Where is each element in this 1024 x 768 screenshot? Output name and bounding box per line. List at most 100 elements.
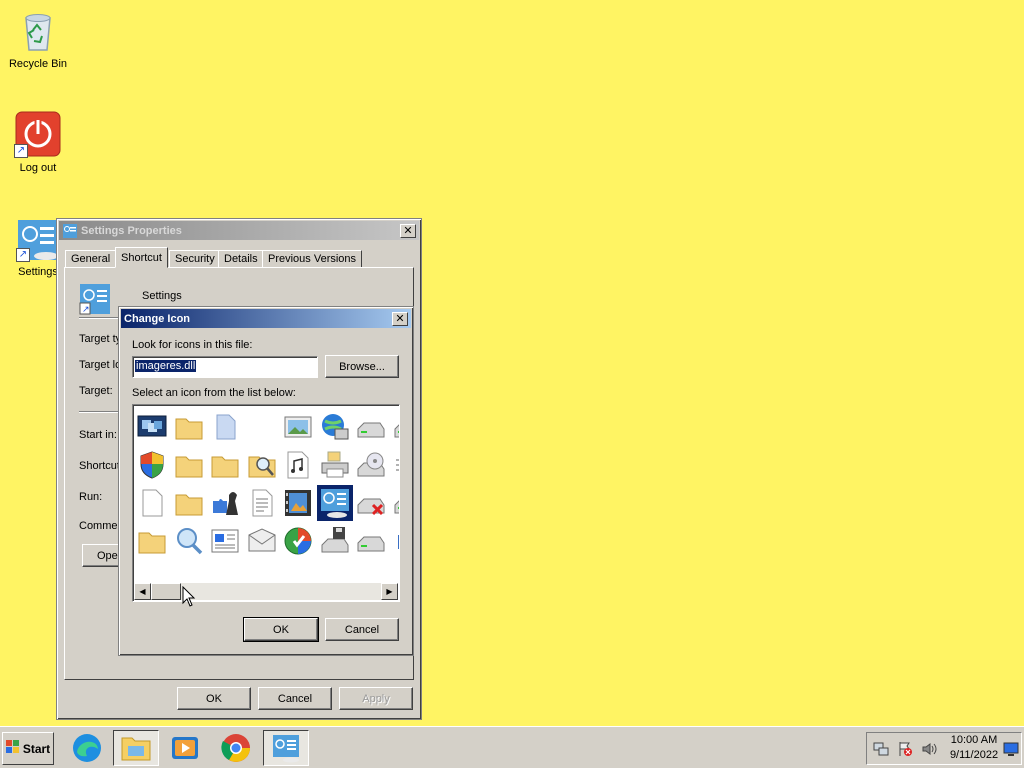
floppy-drive-icon[interactable] — [319, 525, 351, 557]
button-label: Cancel — [277, 692, 313, 705]
horizontal-scrollbar[interactable]: ◀ ▶ — [134, 583, 398, 600]
taskbar-edge[interactable] — [64, 730, 110, 766]
envelope-icon[interactable] — [246, 525, 278, 557]
media-player-icon — [172, 737, 198, 759]
button-label: Apply — [362, 692, 390, 705]
clock-date: 9/11/2022 — [949, 749, 999, 761]
tab-label: Security — [175, 253, 215, 265]
scroll-left-button[interactable]: ◀ — [134, 583, 151, 600]
recycle-bin-icon — [14, 6, 62, 54]
taskbar-file-explorer[interactable] — [113, 730, 159, 766]
tab-label: Shortcut — [121, 251, 162, 264]
taskbar-media-player[interactable] — [162, 730, 208, 766]
network-icon[interactable] — [873, 741, 889, 757]
button-label: Browse... — [339, 360, 385, 373]
dialog-title: Change Icon — [124, 312, 191, 325]
button-label: Cancel — [344, 623, 380, 636]
tab-label: Details — [224, 253, 258, 265]
icon-list[interactable] — [132, 404, 400, 602]
run-label: Run: — [79, 491, 103, 503]
change-icon-titlebar[interactable]: Change Icon ✕ — [121, 309, 411, 328]
taskbar-clock[interactable]: 10:00 AM 9/11/2022 — [946, 733, 1002, 763]
close-button[interactable]: ✕ — [400, 223, 416, 238]
document-icon[interactable] — [136, 487, 168, 519]
folder-icon[interactable] — [173, 411, 205, 443]
tab-label: General — [71, 253, 111, 265]
drive-x-icon[interactable] — [355, 487, 387, 519]
search-icon[interactable] — [173, 525, 205, 557]
text-doc-icon[interactable] — [246, 487, 278, 519]
browse-button[interactable]: Browse... — [325, 355, 399, 378]
tab-details[interactable]: Details — [218, 250, 264, 268]
desktop-icon-label: Log out — [19, 162, 57, 174]
edge-icon — [73, 734, 101, 762]
monitor-windows-icon[interactable] — [136, 411, 168, 443]
desktop-icon-recycle-bin[interactable]: Recycle Bin — [0, 6, 76, 70]
search-folder-icon[interactable] — [246, 449, 278, 481]
folder-icon[interactable] — [173, 449, 205, 481]
button-label: OK — [273, 623, 289, 636]
desktop-icon-log-out[interactable]: ↗ Log out — [0, 110, 76, 174]
folder-icon[interactable] — [136, 525, 168, 557]
shortcut-arrow-icon: ↗ — [16, 248, 30, 262]
shield-icon[interactable] — [136, 449, 168, 481]
settings-icon: ↗ — [79, 283, 111, 315]
icon-file-input[interactable]: imageres.dll — [132, 356, 318, 378]
scroll-thumb[interactable] — [151, 583, 181, 600]
window-title: Settings Properties — [81, 224, 182, 237]
volume-icon[interactable] — [921, 741, 937, 757]
blank-doc-icon[interactable] — [209, 411, 241, 443]
chrome-icon — [221, 734, 250, 762]
folder-icon[interactable] — [173, 487, 205, 519]
cancel-button[interactable]: Cancel — [258, 687, 332, 710]
action-center-icon[interactable] — [897, 741, 913, 757]
tab-previous-versions[interactable]: Previous Versions — [262, 250, 363, 268]
icon-file-value: imageres.dll — [135, 360, 197, 372]
close-button[interactable]: ✕ — [392, 311, 408, 326]
properties-titlebar[interactable]: Settings Properties ✕ — [59, 221, 419, 240]
puzzle-chess-icon[interactable] — [209, 487, 241, 519]
mouse-cursor-icon — [182, 586, 196, 607]
cancel-button[interactable]: Cancel — [325, 618, 399, 641]
film-icon[interactable] — [282, 487, 314, 519]
ok-button[interactable]: OK — [177, 687, 251, 710]
news-icon[interactable] — [209, 525, 241, 557]
drive-icon[interactable] — [355, 525, 387, 557]
settings-icon — [62, 223, 78, 239]
picture-icon[interactable] — [282, 411, 314, 443]
settings-icon[interactable] — [316, 485, 353, 521]
taskbar-settings[interactable] — [263, 730, 309, 766]
tools-icon[interactable] — [392, 525, 399, 557]
file-explorer-icon — [121, 737, 151, 761]
taskbar: Start — [0, 726, 1024, 768]
start-in-label: Start in: — [79, 429, 117, 441]
ok-button[interactable]: OK — [243, 617, 319, 642]
tab-shortcut[interactable]: Shortcut — [115, 247, 168, 268]
globe-network-icon[interactable] — [319, 411, 351, 443]
button-label: OK — [206, 692, 222, 705]
comment-label: Commen — [79, 520, 124, 532]
tab-general[interactable]: General — [65, 250, 117, 268]
start-button[interactable]: Start — [2, 732, 54, 765]
chip-icon[interactable] — [392, 449, 399, 481]
desktop-peek-icon[interactable] — [1003, 741, 1019, 757]
desktop-icon-label: Recycle Bin — [8, 58, 68, 70]
scroll-right-button[interactable]: ▶ — [381, 583, 398, 600]
change-icon-dialog: Change Icon ✕ Look for icons in this fil… — [118, 306, 414, 656]
taskbar-chrome[interactable] — [213, 730, 259, 766]
look-for-icons-label: Look for icons in this file: — [132, 339, 253, 351]
disc-drive-icon[interactable] — [355, 449, 387, 481]
drive-icon[interactable] — [355, 411, 387, 443]
drive-icon[interactable] — [392, 487, 399, 519]
shortcut-arrow-icon: ↗ — [14, 144, 28, 158]
shortcut-key-label: Shortcut — [79, 460, 120, 472]
select-icon-label: Select an icon from the list below: — [132, 387, 296, 399]
printer-icon[interactable] — [319, 449, 351, 481]
tab-security[interactable]: Security — [169, 250, 221, 268]
tab-label: Previous Versions — [268, 253, 357, 265]
drive-icon[interactable] — [392, 411, 399, 443]
media-center-icon[interactable] — [282, 525, 314, 557]
shortcut-name: Settings — [142, 290, 182, 302]
folder-icon[interactable] — [209, 449, 241, 481]
music-doc-icon[interactable] — [282, 449, 314, 481]
